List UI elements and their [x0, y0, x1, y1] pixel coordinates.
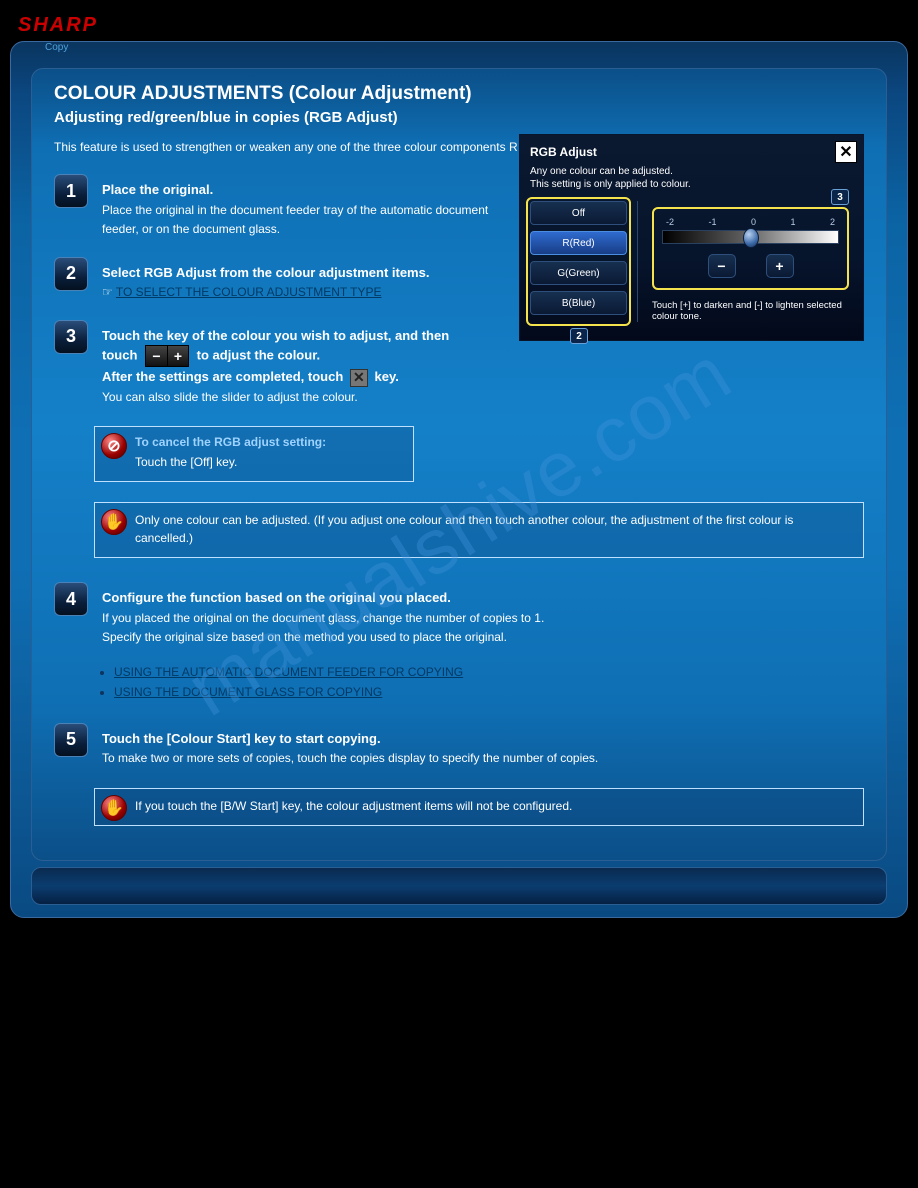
step-2: 2 Select RGB Adjust from the colour adju…: [54, 257, 509, 302]
colour-options: Off R(Red) G(Green) B(Blue) 2: [530, 201, 638, 322]
one-colour-note: ✋ Only one colour can be adjusted. (If y…: [94, 502, 864, 558]
outer-panel: Copy COLOUR ADJUSTMENTS (Colour Adjustme…: [10, 41, 908, 918]
step-1: 1 Place the original. Place the original…: [54, 174, 509, 239]
step-4-title: Configure the function based on the orig…: [102, 590, 451, 605]
close-key-icon: ✕: [350, 369, 368, 387]
step-3-text-c: After the settings are completed, touch: [102, 369, 343, 384]
ui-sub-1: Any one colour can be adjusted.: [530, 166, 673, 177]
link-feeder[interactable]: USING THE AUTOMATIC DOCUMENT FEEDER FOR …: [114, 665, 463, 679]
placement-links: USING THE AUTOMATIC DOCUMENT FEEDER FOR …: [114, 665, 864, 699]
stop-icon: ✋: [101, 509, 127, 535]
tick-m1: -1: [708, 217, 716, 227]
step-number-3: 3: [54, 320, 88, 354]
tick-m2: -2: [666, 217, 674, 227]
slider-ticks: -2 -1 0 1 2: [662, 217, 839, 227]
tick-p2: 2: [830, 217, 835, 227]
step-3-text-b: to adjust the colour.: [197, 347, 321, 362]
close-icon[interactable]: ✕: [835, 141, 857, 163]
cancel-note-head: To cancel the RGB adjust setting:: [135, 435, 403, 449]
list-item: USING THE DOCUMENT GLASS FOR COPYING: [114, 685, 864, 699]
cancel-note-body: Touch the [Off] key.: [135, 453, 403, 471]
step-5-detail: To make two or more sets of copies, touc…: [102, 751, 598, 765]
one-colour-note-body: Only one colour can be adjusted. (If you…: [135, 511, 853, 547]
minus-button[interactable]: −: [708, 254, 736, 278]
tone-slider[interactable]: [662, 230, 839, 244]
step-5-title: Touch the [Colour Start] key to start co…: [102, 731, 381, 746]
step-4-detail2: Specify the original size based on the m…: [102, 630, 507, 644]
page-subtitle: Adjusting red/green/blue in copies (RGB …: [54, 109, 864, 126]
callout-badge-2: 2: [570, 328, 588, 344]
step-2-title: Select RGB Adjust from the colour adjust…: [102, 265, 429, 280]
page-title: COLOUR ADJUSTMENTS (Colour Adjustment): [54, 83, 864, 105]
slider-knob[interactable]: [743, 228, 759, 248]
slider-help: Touch [+] to darken and [-] to lighten s…: [652, 300, 849, 322]
callout-3-outline: -2 -1 0 1 2 − +: [652, 207, 849, 290]
step-3: 3 Touch the key of the colour you wish t…: [54, 320, 509, 407]
step-4: 4 Configure the function based on the or…: [54, 582, 864, 647]
step-3-slider-note: You can also slide the slider to adjust …: [102, 390, 358, 404]
plus-icon: +: [167, 345, 189, 367]
minus-icon: −: [145, 345, 167, 367]
cancel-note: ⊘ To cancel the RGB adjust setting: Touc…: [94, 426, 414, 482]
callout-badge-3: 3: [831, 189, 849, 205]
ui-sub-2: This setting is only applied to colour.: [530, 179, 691, 190]
option-blue[interactable]: B(Blue): [530, 291, 627, 315]
bw-note: ✋ If you touch the [B/W Start] key, the …: [94, 788, 864, 826]
link-glass[interactable]: USING THE DOCUMENT GLASS FOR COPYING: [114, 685, 382, 699]
prohibit-icon: ⊘: [101, 433, 127, 459]
step-number-1: 1: [54, 174, 88, 208]
step-number-4: 4: [54, 582, 88, 616]
step-2-link[interactable]: TO SELECT THE COLOUR ADJUSTMENT TYPE: [116, 285, 382, 299]
option-red[interactable]: R(Red): [530, 231, 627, 255]
ui-title: RGB Adjust: [530, 145, 853, 159]
tick-0: 0: [751, 217, 756, 227]
plus-button[interactable]: +: [766, 254, 794, 278]
step-3-text-d: key.: [375, 369, 399, 384]
stop-icon: ✋: [101, 795, 127, 821]
step-4-detail: If you placed the original on the docume…: [102, 611, 544, 625]
step-1-title: Place the original.: [102, 182, 213, 197]
rgb-adjust-screenshot: ✕ RGB Adjust Any one colour can be adjus…: [519, 134, 864, 341]
content-panel: COLOUR ADJUSTMENTS (Colour Adjustment) A…: [31, 68, 887, 861]
step-number-2: 2: [54, 257, 88, 291]
footer-band: [31, 867, 887, 905]
option-green[interactable]: G(Green): [530, 261, 627, 285]
slider-area: 3 -2 -1 0 1 2: [638, 201, 853, 322]
ui-sub: Any one colour can be adjusted. This set…: [530, 165, 853, 191]
step-5: 5 Touch the [Colour Start] key to start …: [54, 723, 864, 768]
plus-minus-icon: − +: [145, 345, 189, 367]
list-item: USING THE AUTOMATIC DOCUMENT FEEDER FOR …: [114, 665, 864, 679]
tab-label: Copy: [45, 42, 68, 53]
tick-p1: 1: [790, 217, 795, 227]
option-off[interactable]: Off: [530, 201, 627, 225]
brand-logo: SHARP: [10, 10, 908, 41]
step-1-detail: Place the original in the document feede…: [102, 203, 488, 237]
step-number-5: 5: [54, 723, 88, 757]
bw-note-body: If you touch the [B/W Start] key, the co…: [135, 797, 853, 815]
